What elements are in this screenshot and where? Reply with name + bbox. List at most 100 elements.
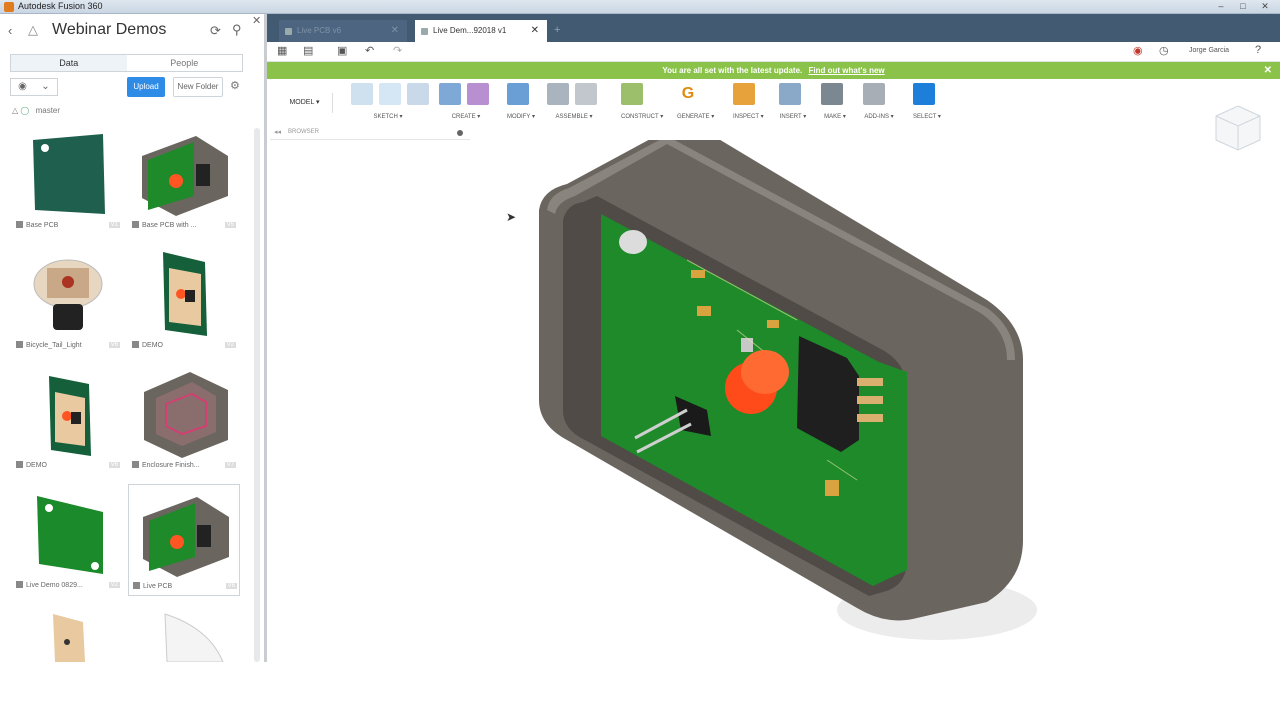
save-icon[interactable]: ▣: [337, 44, 347, 57]
close-panel-icon[interactable]: ✕: [252, 14, 261, 27]
close-tab-icon[interactable]: ✕: [531, 20, 539, 42]
toolbar-group-create[interactable]: CREATE ▾: [439, 83, 493, 125]
eye-icon[interactable]: ◉: [11, 79, 34, 95]
chevron-down-icon[interactable]: ⌄: [34, 79, 57, 95]
tab-data[interactable]: Data: [11, 55, 127, 71]
create-group-label[interactable]: CREATE ▾: [439, 113, 493, 120]
design-thumbnail: [132, 608, 236, 662]
offset-plane-icon[interactable]: [621, 83, 643, 105]
toolbar-group-add-ins[interactable]: ADD-INS ▾: [863, 83, 895, 125]
add-ins-group-label[interactable]: ADD-INS ▾: [863, 113, 895, 120]
file-menu-icon[interactable]: ▤: [303, 44, 313, 57]
design-tile[interactable]: Base PCB V1: [12, 124, 124, 236]
design-tile[interactable]: Base PCB with ... V5: [128, 124, 240, 236]
generate-group-label[interactable]: GENERATE ▾: [677, 113, 714, 120]
search-icon[interactable]: ⚲: [232, 22, 242, 38]
rectangle-icon[interactable]: [407, 83, 429, 105]
select-cursor-icon[interactable]: [913, 83, 935, 105]
measure-icon[interactable]: [733, 83, 755, 105]
enclosure-model[interactable]: [267, 126, 1280, 662]
document-tab-active[interactable]: Live Dem...92018 v1 ✕: [415, 20, 547, 42]
refresh-icon[interactable]: ⟳: [210, 23, 221, 39]
record-icon[interactable]: ◉: [1133, 44, 1143, 57]
help-icon[interactable]: ?: [1255, 44, 1261, 56]
design-tile[interactable]: Enclosure Finish... V7: [128, 364, 240, 476]
design-tile[interactable]: DEMO V6: [12, 364, 124, 476]
toolbar-group-assemble[interactable]: ASSEMBLE ▾: [547, 83, 601, 125]
design-tile[interactable]: Bicycle_Tail_Light V6: [12, 244, 124, 356]
version-badge: V6: [108, 462, 120, 468]
undo-icon[interactable]: ↶: [365, 44, 374, 57]
view-toggle[interactable]: ◉ ⌄: [10, 78, 58, 96]
generative-design-icon[interactable]: G: [677, 83, 699, 105]
whats-new-link[interactable]: Find out what's new: [809, 66, 885, 75]
toolbar-group-construct[interactable]: CONSTRUCT ▾: [621, 83, 663, 125]
gear-icon[interactable]: ⚙: [230, 79, 240, 92]
design-tile[interactable]: Live Demo 0829... V2: [12, 484, 124, 596]
assemble-group-label[interactable]: ASSEMBLE ▾: [547, 113, 601, 120]
document-tab[interactable]: Live PCB v6 ✕: [279, 20, 407, 42]
warning-icon: △: [12, 106, 19, 115]
design-tile[interactable]: [12, 606, 124, 662]
back-arrow-icon[interactable]: ‹: [8, 23, 12, 38]
mouse-cursor-icon: ➤: [506, 210, 517, 224]
toolbar-group-sketch[interactable]: SKETCH ▾: [351, 83, 429, 125]
toolbar-group-generate[interactable]: G GENERATE ▾: [677, 83, 714, 125]
toolbar-group-inspect[interactable]: INSPECT ▾: [733, 83, 764, 125]
inspect-group-label[interactable]: INSPECT ▾: [733, 113, 764, 120]
design-cube-icon: [16, 341, 23, 348]
fusion-360-window: Autodesk Fusion 360 – □ ✕ ‹ △ Webinar De…: [0, 0, 1280, 662]
3d-viewport[interactable]: [267, 126, 1280, 662]
toolbar-group-select[interactable]: SELECT ▾: [913, 83, 941, 125]
user-menu[interactable]: Jorge Garcia: [1189, 47, 1229, 54]
grid-menu-icon[interactable]: ▦: [277, 44, 287, 57]
design-tile[interactable]: [128, 606, 240, 662]
new-folder-button[interactable]: New Folder: [173, 77, 223, 97]
joint-icon[interactable]: [575, 83, 597, 105]
browser-panel-header[interactable]: ◂◂ BROWSER: [270, 128, 470, 140]
extrude-icon[interactable]: [439, 83, 461, 105]
construct-group-label[interactable]: CONSTRUCT ▾: [621, 113, 663, 120]
toolbar-group-make[interactable]: MAKE ▾: [821, 83, 849, 125]
close-banner-icon[interactable]: ✕: [1264, 62, 1272, 79]
close-tab-icon[interactable]: ✕: [391, 20, 399, 42]
design-cube-icon: [16, 581, 23, 588]
form-icon[interactable]: [467, 83, 489, 105]
design-tile-selected[interactable]: Live PCB V6: [128, 484, 240, 596]
branch-icon: ◯: [20, 106, 30, 115]
design-tile[interactable]: DEMO V2: [128, 244, 240, 356]
sketch-group-label[interactable]: SKETCH ▾: [351, 113, 425, 120]
data-panel-scrollbar[interactable]: [254, 128, 260, 662]
toolbar-group-modify[interactable]: MODIFY ▾: [507, 83, 535, 125]
make-group-label[interactable]: MAKE ▾: [821, 113, 849, 120]
sketch-icon[interactable]: [351, 83, 373, 105]
maximize-button[interactable]: □: [1232, 0, 1254, 13]
scripts-icon[interactable]: [863, 83, 885, 105]
history-icon[interactable]: ◷: [1159, 44, 1169, 57]
collapse-icon[interactable]: ◂◂: [274, 128, 281, 136]
new-tab-icon[interactable]: +: [554, 24, 560, 36]
3d-print-icon[interactable]: [821, 83, 843, 105]
insert-group-label[interactable]: INSERT ▾: [779, 113, 807, 120]
line-icon[interactable]: [379, 83, 401, 105]
hub-icon[interactable]: △: [28, 22, 38, 38]
insert-image-icon[interactable]: [779, 83, 801, 105]
tab-people[interactable]: People: [127, 55, 243, 71]
redo-icon[interactable]: ↷: [393, 44, 402, 57]
design-label: Base PCB with ... V5: [132, 221, 236, 233]
breadcrumb[interactable]: △ ◯ master: [12, 106, 60, 115]
banner-message: You are all set with the latest update.: [662, 66, 803, 75]
design-thumbnail: [132, 246, 236, 338]
pin-icon[interactable]: [457, 130, 463, 136]
design-cube-icon: [132, 461, 139, 468]
close-window-button[interactable]: ✕: [1254, 0, 1276, 13]
design-cube-icon: [16, 461, 23, 468]
new-component-icon[interactable]: [547, 83, 569, 105]
upload-button[interactable]: Upload: [127, 77, 165, 97]
modify-group-label[interactable]: MODIFY ▾: [507, 113, 535, 120]
workspace-switcher[interactable]: MODEL ▾: [277, 93, 333, 113]
press-pull-icon[interactable]: [507, 83, 529, 105]
minimize-button[interactable]: –: [1210, 0, 1232, 13]
select-group-label[interactable]: SELECT ▾: [913, 113, 941, 120]
toolbar-group-insert[interactable]: INSERT ▾: [779, 83, 807, 125]
